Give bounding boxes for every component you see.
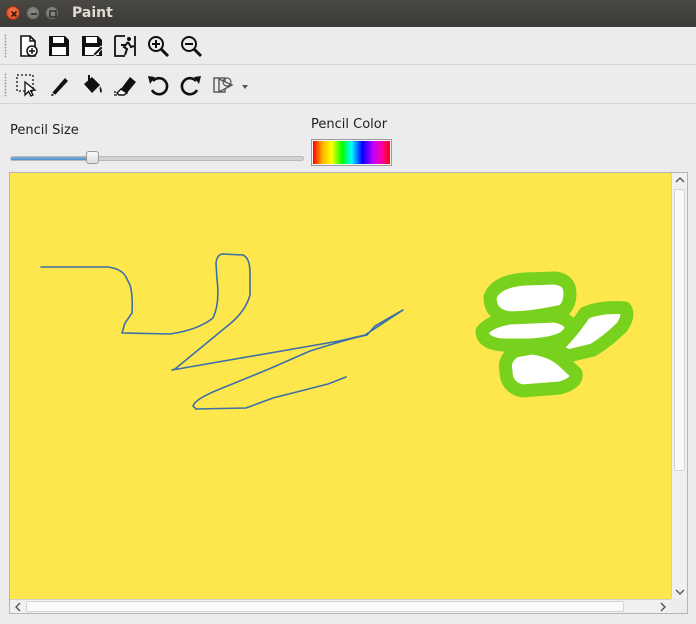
scroll-left-arrow[interactable] [11, 600, 25, 614]
horizontal-scrollbar[interactable] [10, 599, 672, 613]
close-window-button[interactable] [6, 6, 20, 20]
new-file-button[interactable] [13, 31, 43, 61]
arrow-up-icon [675, 177, 685, 183]
pencil-icon [51, 78, 68, 96]
fill-bucket-icon [84, 75, 102, 93]
shapes-icon [213, 77, 248, 94]
arrow-down-icon [675, 589, 685, 595]
scroll-right-arrow[interactable] [656, 600, 670, 614]
color-gradient [313, 141, 390, 164]
scroll-down-arrow[interactable] [673, 585, 687, 599]
redo-icon [180, 76, 201, 96]
title-bar: Paint [0, 0, 696, 27]
toolbar-grip[interactable] [4, 73, 7, 97]
drawing-canvas[interactable] [10, 173, 672, 599]
save-icon [49, 36, 69, 56]
pencil-size-label: Pencil Size [10, 123, 79, 138]
fill-tool-button[interactable] [77, 70, 107, 100]
undo-button[interactable] [143, 70, 173, 100]
arrow-right-icon [660, 602, 666, 612]
exit-icon [114, 35, 136, 57]
zoom-in-icon [148, 36, 170, 58]
vertical-scroll-thumb[interactable] [674, 189, 685, 471]
scroll-corner [671, 599, 687, 613]
zoom-out-icon [181, 36, 203, 58]
canvas-drawing [40, 253, 634, 410]
window-title: Paint [72, 5, 113, 21]
minimize-icon [31, 13, 37, 15]
save-as-icon [82, 36, 104, 57]
select-icon [16, 74, 37, 97]
undo-icon [148, 76, 169, 96]
slider-handle[interactable] [85, 151, 99, 164]
select-tool-button[interactable] [12, 70, 42, 100]
save-as-button[interactable] [77, 31, 107, 61]
minimize-window-button[interactable] [26, 6, 40, 20]
blue-stroke [40, 253, 404, 410]
green-strokes [475, 271, 634, 398]
toolbar-grip[interactable] [4, 34, 7, 58]
arrow-left-icon [15, 602, 21, 612]
maximize-icon [49, 10, 57, 18]
exit-button[interactable] [110, 31, 140, 61]
vertical-scrollbar[interactable] [671, 173, 687, 599]
pencil-tool-button[interactable] [45, 70, 75, 100]
tools-toolbar [0, 66, 696, 104]
pencil-color-picker[interactable] [311, 139, 392, 166]
new-file-icon [20, 35, 38, 57]
eraser-icon [114, 77, 136, 96]
maximize-window-button[interactable] [45, 6, 59, 20]
zoom-out-button[interactable] [176, 31, 206, 61]
main-toolbar [0, 27, 696, 65]
redo-button[interactable] [176, 70, 206, 100]
eraser-tool-button[interactable] [110, 70, 140, 100]
zoom-in-button[interactable] [143, 31, 173, 61]
save-button[interactable] [44, 31, 74, 61]
shapes-tool-button[interactable] [209, 70, 253, 100]
canvas-scroll-area [9, 172, 688, 614]
close-icon [10, 10, 18, 18]
pencil-size-slider[interactable] [10, 156, 304, 161]
scroll-up-arrow[interactable] [673, 173, 687, 187]
pencil-color-label: Pencil Color [311, 117, 388, 132]
horizontal-scroll-thumb[interactable] [26, 601, 624, 612]
slider-fill [11, 157, 94, 160]
